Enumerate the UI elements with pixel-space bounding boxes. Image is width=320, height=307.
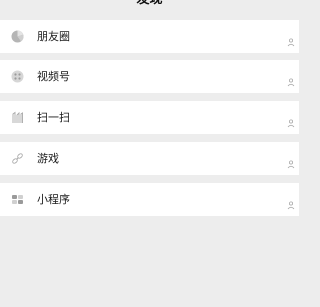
menu-item-label: 扫一扫 [37, 111, 70, 124]
mini-program-icon [10, 192, 25, 207]
top-bar: 发现 [0, 0, 299, 12]
game-icon [10, 151, 25, 166]
menu-item-moments[interactable]: 朋友圈 [0, 20, 299, 53]
moments-icon [10, 29, 25, 44]
scan-icon [10, 110, 25, 125]
page-title: 发现 [0, 0, 299, 9]
person-icon [287, 113, 295, 128]
person-icon [287, 72, 295, 87]
channels-icon [10, 69, 25, 84]
person-icon [287, 195, 295, 210]
person-icon [287, 32, 295, 47]
menu-item-channels[interactable]: 视频号 [0, 60, 299, 93]
menu-item-label: 朋友圈 [37, 30, 70, 43]
menu-item-scan[interactable]: 扫一扫 [0, 101, 299, 134]
menu-item-mini-program[interactable]: 小程序 [0, 183, 299, 216]
menu-item-game[interactable]: 游戏 [0, 142, 299, 175]
menu-item-label: 游戏 [37, 152, 59, 165]
menu-item-label: 视频号 [37, 70, 70, 83]
person-icon [287, 154, 295, 169]
menu-item-label: 小程序 [37, 193, 70, 206]
